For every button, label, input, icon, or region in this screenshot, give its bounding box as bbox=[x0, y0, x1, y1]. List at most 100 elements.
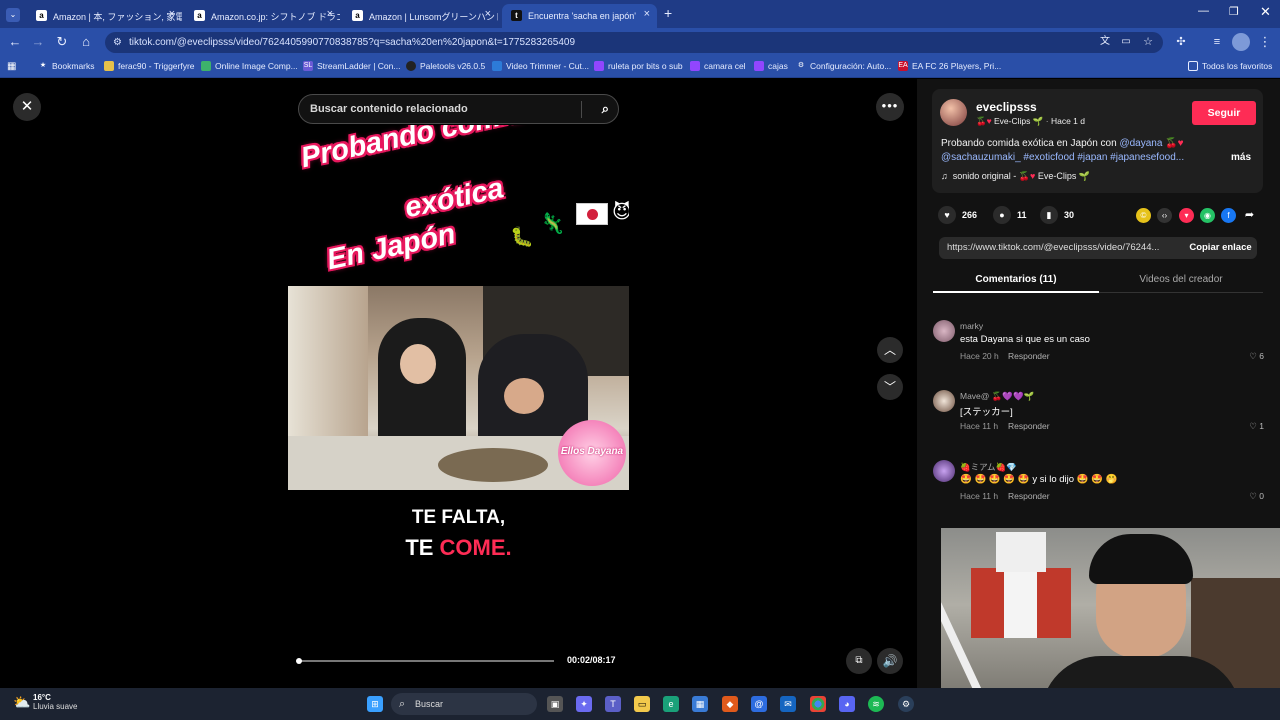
cast-icon[interactable]: ▭ bbox=[1117, 33, 1135, 51]
share-url-field[interactable]: https://www.tiktok.com/@eveclipsss/video… bbox=[939, 237, 1257, 259]
apps-grid-icon[interactable]: ▦ bbox=[7, 61, 16, 72]
copy-link-button[interactable]: Copiar enlace bbox=[1184, 237, 1257, 259]
embed-icon[interactable]: ‹› bbox=[1157, 208, 1172, 223]
comment-like-button[interactable]: ♡ 1 bbox=[1249, 421, 1264, 432]
reading-list-icon[interactable]: ≡ bbox=[1208, 33, 1226, 51]
steam-icon[interactable]: ⚙ bbox=[898, 696, 914, 712]
comment-like-button[interactable]: ♡ 6 bbox=[1249, 351, 1264, 362]
bookmark-item[interactable]: EA EA FC 26 Players, Pri... bbox=[898, 61, 1001, 71]
weather-widget[interactable]: 16°C Lluvia suave bbox=[33, 693, 77, 711]
progress-handle[interactable] bbox=[296, 658, 303, 664]
extensions-icon[interactable]: ✣ bbox=[1172, 33, 1190, 51]
copilot-icon[interactable]: ✦ bbox=[576, 696, 592, 712]
close-tab-icon[interactable]: × bbox=[644, 8, 650, 20]
next-video-button[interactable]: ﹀ bbox=[877, 374, 903, 400]
sound-link[interactable]: ♫ sonido original - 🍒♥ Eve-Clips 🌱 bbox=[941, 171, 1090, 182]
home-icon[interactable]: ⌂ bbox=[77, 33, 95, 51]
minimize-icon[interactable]: — bbox=[1198, 5, 1209, 17]
commenter-name[interactable]: Mave@ 🍒💜💜🌱 bbox=[960, 391, 1034, 402]
expand-description-button[interactable]: más bbox=[1231, 152, 1251, 163]
profile-avatar[interactable] bbox=[1232, 33, 1250, 51]
taskbar-search[interactable]: ⌕ Buscar bbox=[391, 693, 537, 715]
related-search-input[interactable]: Buscar contenido relacionado ⌕ bbox=[298, 94, 619, 124]
teams-icon[interactable]: T bbox=[605, 696, 621, 712]
like-button[interactable]: ♥ 266 bbox=[938, 206, 977, 224]
share-arrow-icon[interactable]: ➦ bbox=[1242, 208, 1257, 223]
weather-icon[interactable]: ⛅ bbox=[13, 694, 30, 711]
close-window-icon[interactable]: ✕ bbox=[1260, 4, 1271, 20]
translate-icon[interactable]: 文 bbox=[1096, 33, 1114, 51]
outlook-icon[interactable]: ✉ bbox=[780, 696, 796, 712]
volume-icon[interactable]: 🔊 bbox=[877, 648, 903, 674]
back-icon[interactable]: ← bbox=[6, 33, 24, 51]
bookmark-item[interactable]: ★ Bookmarks bbox=[38, 61, 95, 71]
video-progress-bar[interactable] bbox=[296, 658, 554, 664]
hashtags[interactable]: #exoticfood #japan #japanesefood... bbox=[1023, 152, 1184, 163]
bookmark-item[interactable]: ruleta por bits o sub bbox=[594, 61, 683, 71]
close-video-button[interactable]: ✕ bbox=[13, 93, 41, 121]
commenter-name[interactable]: marky bbox=[960, 321, 983, 331]
share-coin-icon[interactable]: © bbox=[1136, 208, 1151, 223]
mention-dayana[interactable]: @dayana bbox=[1119, 138, 1162, 149]
close-tab-icon[interactable]: × bbox=[169, 8, 175, 20]
video-player[interactable]: Probando comida exótica En Japón 🐛 🦎 😈 E… bbox=[288, 125, 629, 688]
commenter-avatar[interactable] bbox=[933, 320, 955, 342]
bookmark-item[interactable]: Paletools v26.0.5 bbox=[406, 61, 485, 71]
follow-button[interactable]: Seguir bbox=[1192, 101, 1256, 125]
comment-like-button[interactable]: ♡ 0 bbox=[1249, 491, 1264, 502]
more-options-button[interactable]: ••• bbox=[876, 93, 904, 121]
tab-amazon-3[interactable]: a Amazon | Lunsomグリーンハンドル × bbox=[343, 4, 498, 28]
task-view-icon[interactable]: ▣ bbox=[547, 696, 563, 712]
site-info-icon[interactable]: ⚙ bbox=[113, 32, 122, 53]
restore-icon[interactable]: ❐ bbox=[1229, 5, 1239, 18]
chrome-icon[interactable] bbox=[810, 696, 826, 712]
all-bookmarks-folder[interactable]: Todos los favoritos bbox=[1188, 61, 1272, 71]
reply-button[interactable]: Responder bbox=[1008, 421, 1050, 431]
share-send-icon[interactable]: ▾ bbox=[1179, 208, 1194, 223]
tab-comments[interactable]: Comentarios (11) bbox=[933, 272, 1099, 293]
creator-username[interactable]: eveclipsss bbox=[976, 100, 1037, 114]
tab-amazon-1[interactable]: a Amazon | 本, ファッション, 家電から × bbox=[27, 4, 182, 28]
reload-icon[interactable]: ↻ bbox=[53, 33, 71, 51]
bookmark-item[interactable]: SL StreamLadder | Con... bbox=[303, 61, 400, 71]
bookmark-item[interactable]: ferac90 - Triggerfyre bbox=[104, 61, 195, 71]
app-orange-icon[interactable]: ◆ bbox=[722, 696, 738, 712]
save-button[interactable]: ▮ 30 bbox=[1040, 206, 1074, 224]
commenter-name[interactable]: 🍓ミアム🍓💎 bbox=[960, 461, 1017, 473]
tab-creator-videos[interactable]: Videos del creador bbox=[1099, 272, 1263, 293]
tab-search-icon[interactable]: ⌄ bbox=[6, 8, 20, 22]
facebook-icon[interactable]: f bbox=[1221, 208, 1236, 223]
bookmark-item[interactable]: camara cel bbox=[690, 61, 746, 71]
previous-video-button[interactable]: ︿ bbox=[877, 337, 903, 363]
spotify-icon[interactable]: ≋ bbox=[868, 696, 884, 712]
commenter-avatar[interactable] bbox=[933, 390, 955, 412]
creator-avatar[interactable] bbox=[940, 99, 967, 126]
start-windows-icon[interactable]: ⊞ bbox=[367, 696, 383, 712]
bookmark-item[interactable]: cajas bbox=[754, 61, 788, 71]
bookmark-item[interactable]: ⚙ Configuración: Auto... bbox=[796, 61, 891, 71]
store-icon[interactable]: ▦ bbox=[692, 696, 708, 712]
file-explorer-icon[interactable]: ▭ bbox=[634, 696, 650, 712]
close-tab-icon[interactable]: × bbox=[485, 8, 491, 20]
discord-icon[interactable]: ◕ bbox=[839, 696, 855, 712]
floating-player-icon[interactable]: ⧉ bbox=[846, 648, 872, 674]
commenter-avatar[interactable] bbox=[933, 460, 955, 482]
mention-sacha[interactable]: @sachauzumaki_ bbox=[941, 152, 1021, 163]
reply-button[interactable]: Responder bbox=[1008, 491, 1050, 501]
address-bar[interactable]: ⚙ tiktok.com/@eveclipsss/video/762440599… bbox=[105, 32, 1163, 53]
reply-button[interactable]: Responder bbox=[1008, 351, 1050, 361]
edge-icon[interactable]: e bbox=[663, 696, 679, 712]
tab-tiktok[interactable]: t Encuentra 'sacha en japón' × bbox=[502, 4, 657, 28]
search-icon[interactable]: ⌕ bbox=[602, 95, 609, 123]
whatsapp-icon[interactable]: ◉ bbox=[1200, 208, 1215, 223]
bookmark-item[interactable]: Online Image Comp... bbox=[201, 61, 298, 71]
forward-icon[interactable]: → bbox=[29, 33, 47, 51]
new-tab-icon[interactable]: + bbox=[664, 5, 672, 21]
tab-amazon-2[interactable]: a Amazon.co.jp: シフトノブ ドラゴンボ × bbox=[185, 4, 340, 28]
bookmark-item[interactable]: Video Trimmer - Cut... bbox=[492, 61, 589, 71]
browser-menu-icon[interactable]: ⋮ bbox=[1256, 33, 1274, 51]
comment-button[interactable]: ● 11 bbox=[993, 206, 1027, 224]
close-tab-icon[interactable]: × bbox=[327, 8, 333, 20]
mail-icon[interactable]: @ bbox=[751, 696, 767, 712]
bookmark-star-icon[interactable]: ☆ bbox=[1139, 33, 1157, 51]
